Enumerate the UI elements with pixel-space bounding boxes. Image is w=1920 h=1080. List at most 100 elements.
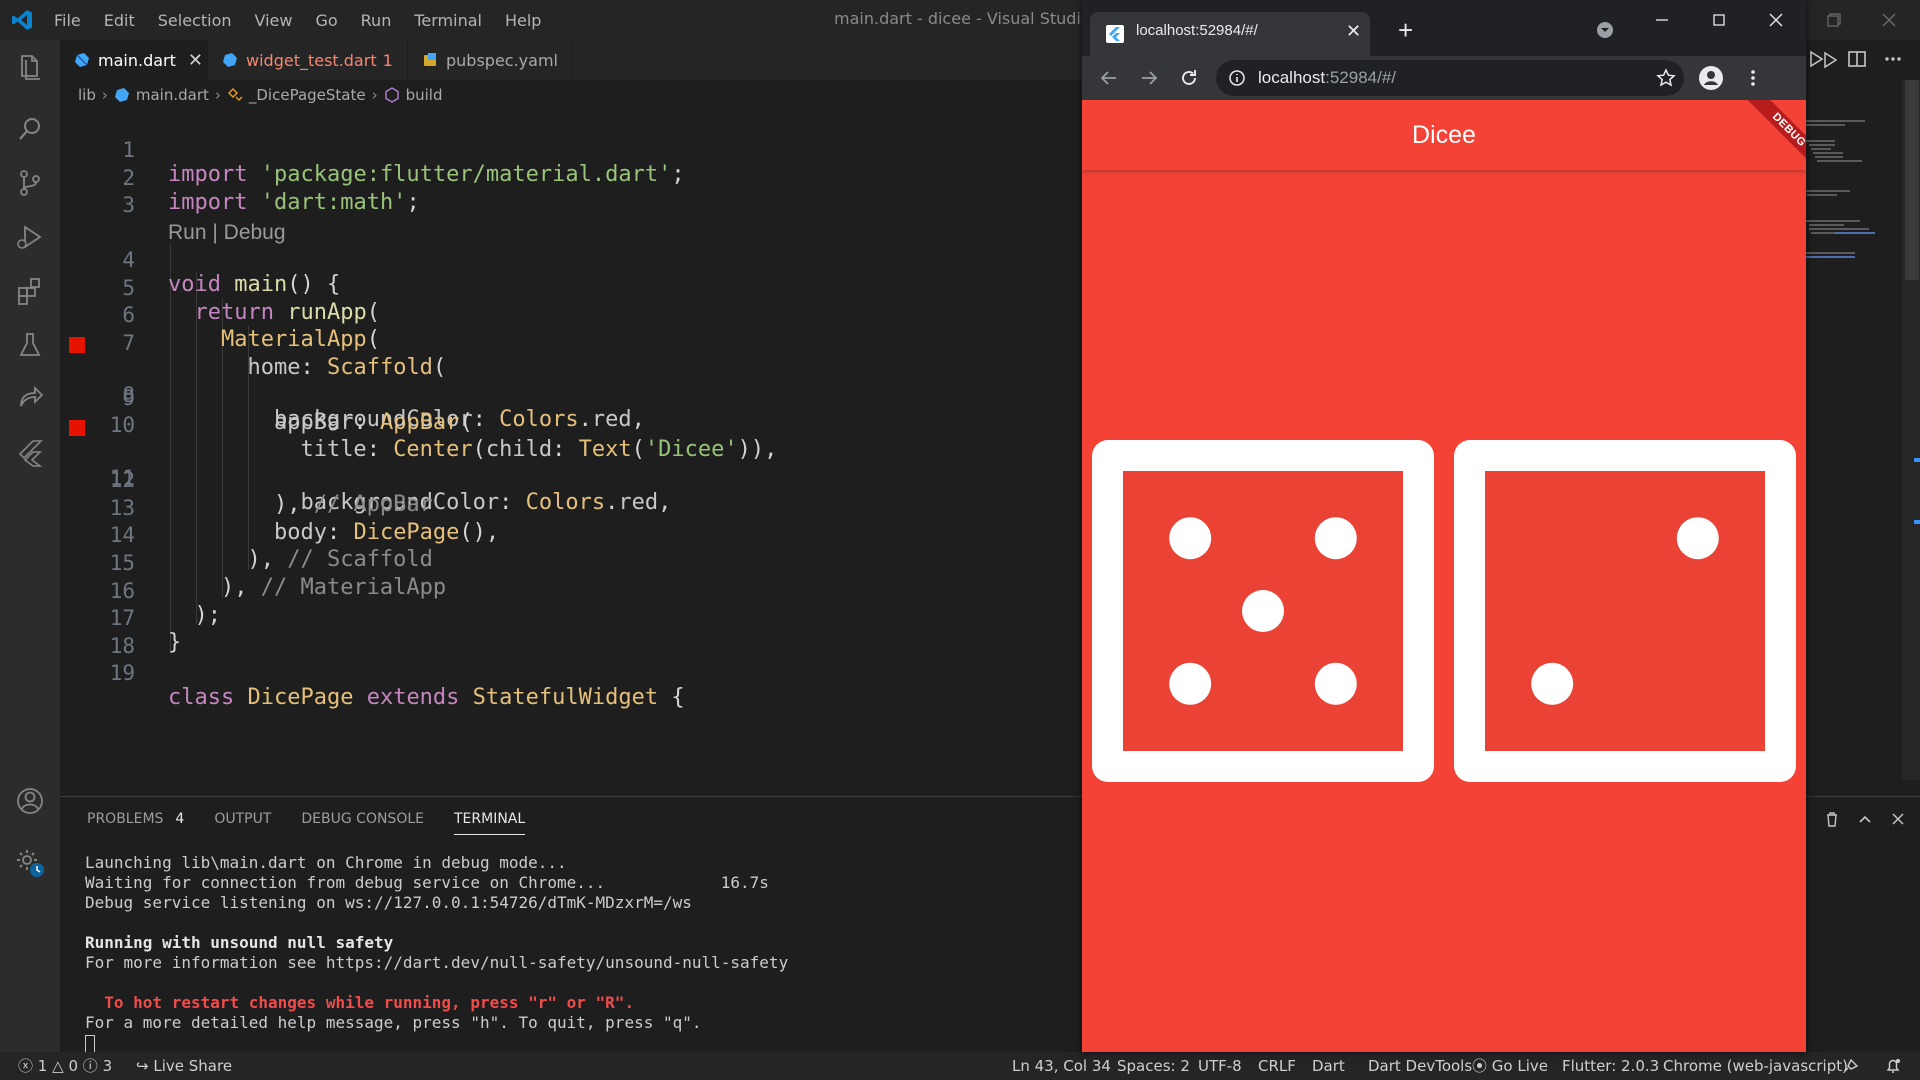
address-bar[interactable]: localhost:52984/#/: [1216, 60, 1684, 96]
more-actions-icon[interactable]: [1882, 48, 1904, 70]
terminal-line: For a more detailed help message, press …: [85, 1013, 702, 1032]
eol-setting[interactable]: CRLF: [1258, 1052, 1296, 1080]
run-debug-icon[interactable]: [13, 220, 47, 254]
reload-icon[interactable]: [1178, 67, 1200, 89]
dart-devtools[interactable]: Dart DevTools: [1368, 1052, 1472, 1080]
account-icon[interactable]: [13, 784, 47, 818]
tab-label: PROBLEMS: [87, 811, 164, 827]
warning-count: 0: [68, 1057, 78, 1075]
code-line: 19 class DicePage extends StatefulWidget…: [60, 631, 1085, 710]
forward-arrow-icon[interactable]: [1138, 67, 1160, 89]
tab-main-dart[interactable]: main.dart ✕: [60, 40, 208, 80]
trash-icon[interactable]: [1822, 809, 1842, 829]
browser-tab[interactable]: localhost:52984/#/ ✕: [1090, 12, 1370, 56]
chrome-menu-icon[interactable]: [1742, 67, 1764, 89]
manage-gear-icon[interactable]: [13, 846, 47, 880]
back-arrow-icon[interactable]: [1098, 67, 1120, 89]
right-die[interactable]: [1454, 440, 1796, 782]
terminal-line: Debug service listening on ws://127.0.0.…: [85, 893, 692, 912]
cursor-position[interactable]: Ln 43, Col 34: [1012, 1052, 1111, 1080]
broadcast-icon: ⦿: [1472, 1057, 1488, 1075]
die-pip: [1314, 517, 1357, 560]
code-editor[interactable]: 1 import 'package:flutter/material.dart'…: [60, 108, 1085, 794]
terminal-line: For more information see https://dart.de…: [85, 953, 789, 972]
terminal-line: Waiting for connection from debug servic…: [85, 873, 769, 892]
menu-help[interactable]: Help: [505, 11, 541, 30]
menu-file[interactable]: File: [54, 11, 81, 30]
chevron-up-icon[interactable]: [1855, 809, 1875, 829]
browser-window: localhost:52984/#/ ✕ + localhost:52984/#…: [1082, 0, 1806, 1052]
site-info-icon[interactable]: [1228, 69, 1246, 87]
close-window-icon[interactable]: [1877, 8, 1901, 32]
chevron-right-icon: ›: [101, 86, 108, 104]
tab-problems[interactable]: PROBLEMS 4: [87, 797, 184, 841]
problems-status[interactable]: ⓧ 1 △ 0 ⓘ 3: [18, 1052, 112, 1080]
menu-run[interactable]: Run: [361, 11, 392, 30]
live-share-icon[interactable]: [13, 382, 47, 416]
vscode-logo-icon: [12, 10, 32, 30]
testing-icon[interactable]: [13, 328, 47, 362]
dart-file-icon: [223, 53, 237, 67]
terminal-line: Running with unsound null safety: [85, 933, 394, 952]
terminal-line: Launching lib\main.dart on Chrome in deb…: [85, 853, 567, 872]
restore-icon[interactable]: [1822, 8, 1846, 32]
profile-avatar-icon[interactable]: [1698, 65, 1724, 91]
terminal-line: To hot restart changes while running, pr…: [85, 993, 635, 1012]
tab-pubspec[interactable]: pubspec.yaml: [408, 40, 573, 80]
breakpoint-icon[interactable]: [69, 420, 85, 436]
run-file-icon[interactable]: [1805, 48, 1827, 70]
minimap[interactable]: [1805, 80, 1900, 780]
source-control-icon[interactable]: [13, 166, 47, 200]
close-panel-icon[interactable]: [1888, 809, 1908, 829]
editor-scrollbar[interactable]: [1902, 80, 1920, 780]
encoding-setting[interactable]: UTF-8: [1198, 1052, 1242, 1080]
breadcrumb-lib[interactable]: lib: [78, 86, 96, 104]
feedback-icon[interactable]: [1842, 1057, 1860, 1075]
menu-go[interactable]: Go: [315, 11, 337, 30]
tab-widget-test[interactable]: widget_test.dart 1: [208, 40, 408, 80]
tab-search-icon[interactable]: [1595, 20, 1615, 40]
minimize-icon[interactable]: [1652, 10, 1672, 30]
status-bar: ⓧ 1 △ 0 ⓘ 3 ↪ Live Share Ln 43, Col 34 S…: [0, 1052, 1920, 1080]
url-path: :52984/#/: [1325, 68, 1397, 87]
editor-tabs: main.dart ✕ widget_test.dart 1 pubspec.y…: [60, 40, 1838, 80]
close-window-icon[interactable]: [1766, 10, 1786, 30]
flutter-icon[interactable]: [13, 436, 47, 470]
menu-view[interactable]: View: [255, 11, 293, 30]
left-die[interactable]: [1092, 440, 1434, 782]
split-editor-icon[interactable]: [1846, 48, 1868, 70]
flutter-version[interactable]: Flutter: 2.0.3: [1562, 1052, 1659, 1080]
go-live-label: Go Live: [1491, 1057, 1548, 1075]
tab-output[interactable]: OUTPUT: [214, 797, 271, 841]
tab-terminal[interactable]: TERMINAL: [454, 797, 526, 841]
device-selector[interactable]: Chrome (web-javascript): [1663, 1052, 1848, 1080]
explorer-icon[interactable]: [13, 50, 47, 84]
menu-terminal[interactable]: Terminal: [414, 11, 482, 30]
tab-label: main.dart: [98, 50, 176, 70]
tab-close-icon[interactable]: ✕: [188, 50, 203, 71]
maximize-icon[interactable]: [1709, 10, 1729, 30]
tab-debug-console[interactable]: DEBUG CONSOLE: [301, 797, 424, 841]
breakpoint-icon[interactable]: [69, 337, 85, 353]
search-icon[interactable]: [13, 112, 47, 146]
menu-selection[interactable]: Selection: [158, 11, 232, 30]
new-tab-button[interactable]: +: [1398, 15, 1413, 46]
bookmark-star-icon[interactable]: [1656, 68, 1676, 88]
live-share-status[interactable]: ↪ Live Share: [136, 1052, 232, 1080]
method-icon: [384, 87, 399, 103]
extensions-icon[interactable]: [13, 274, 47, 308]
breadcrumb-class[interactable]: _DicePageState: [249, 86, 366, 104]
go-live-status[interactable]: ⦿ Go Live: [1472, 1052, 1548, 1080]
class-icon: [227, 88, 243, 101]
breadcrumb-main-dart[interactable]: main.dart: [136, 86, 209, 104]
url-host: localhost: [1258, 68, 1326, 87]
language-mode[interactable]: Dart: [1312, 1052, 1345, 1080]
indent-setting[interactable]: Spaces: 2: [1117, 1052, 1190, 1080]
menu-edit[interactable]: Edit: [104, 11, 135, 30]
breadcrumb-build[interactable]: build: [406, 86, 443, 104]
live-share-icon: ↪: [136, 1057, 149, 1075]
close-tab-icon[interactable]: ✕: [1346, 21, 1361, 42]
terminal-output[interactable]: Launching lib\main.dart on Chrome in deb…: [85, 853, 788, 1053]
notification-bell-icon[interactable]: [1884, 1057, 1902, 1075]
